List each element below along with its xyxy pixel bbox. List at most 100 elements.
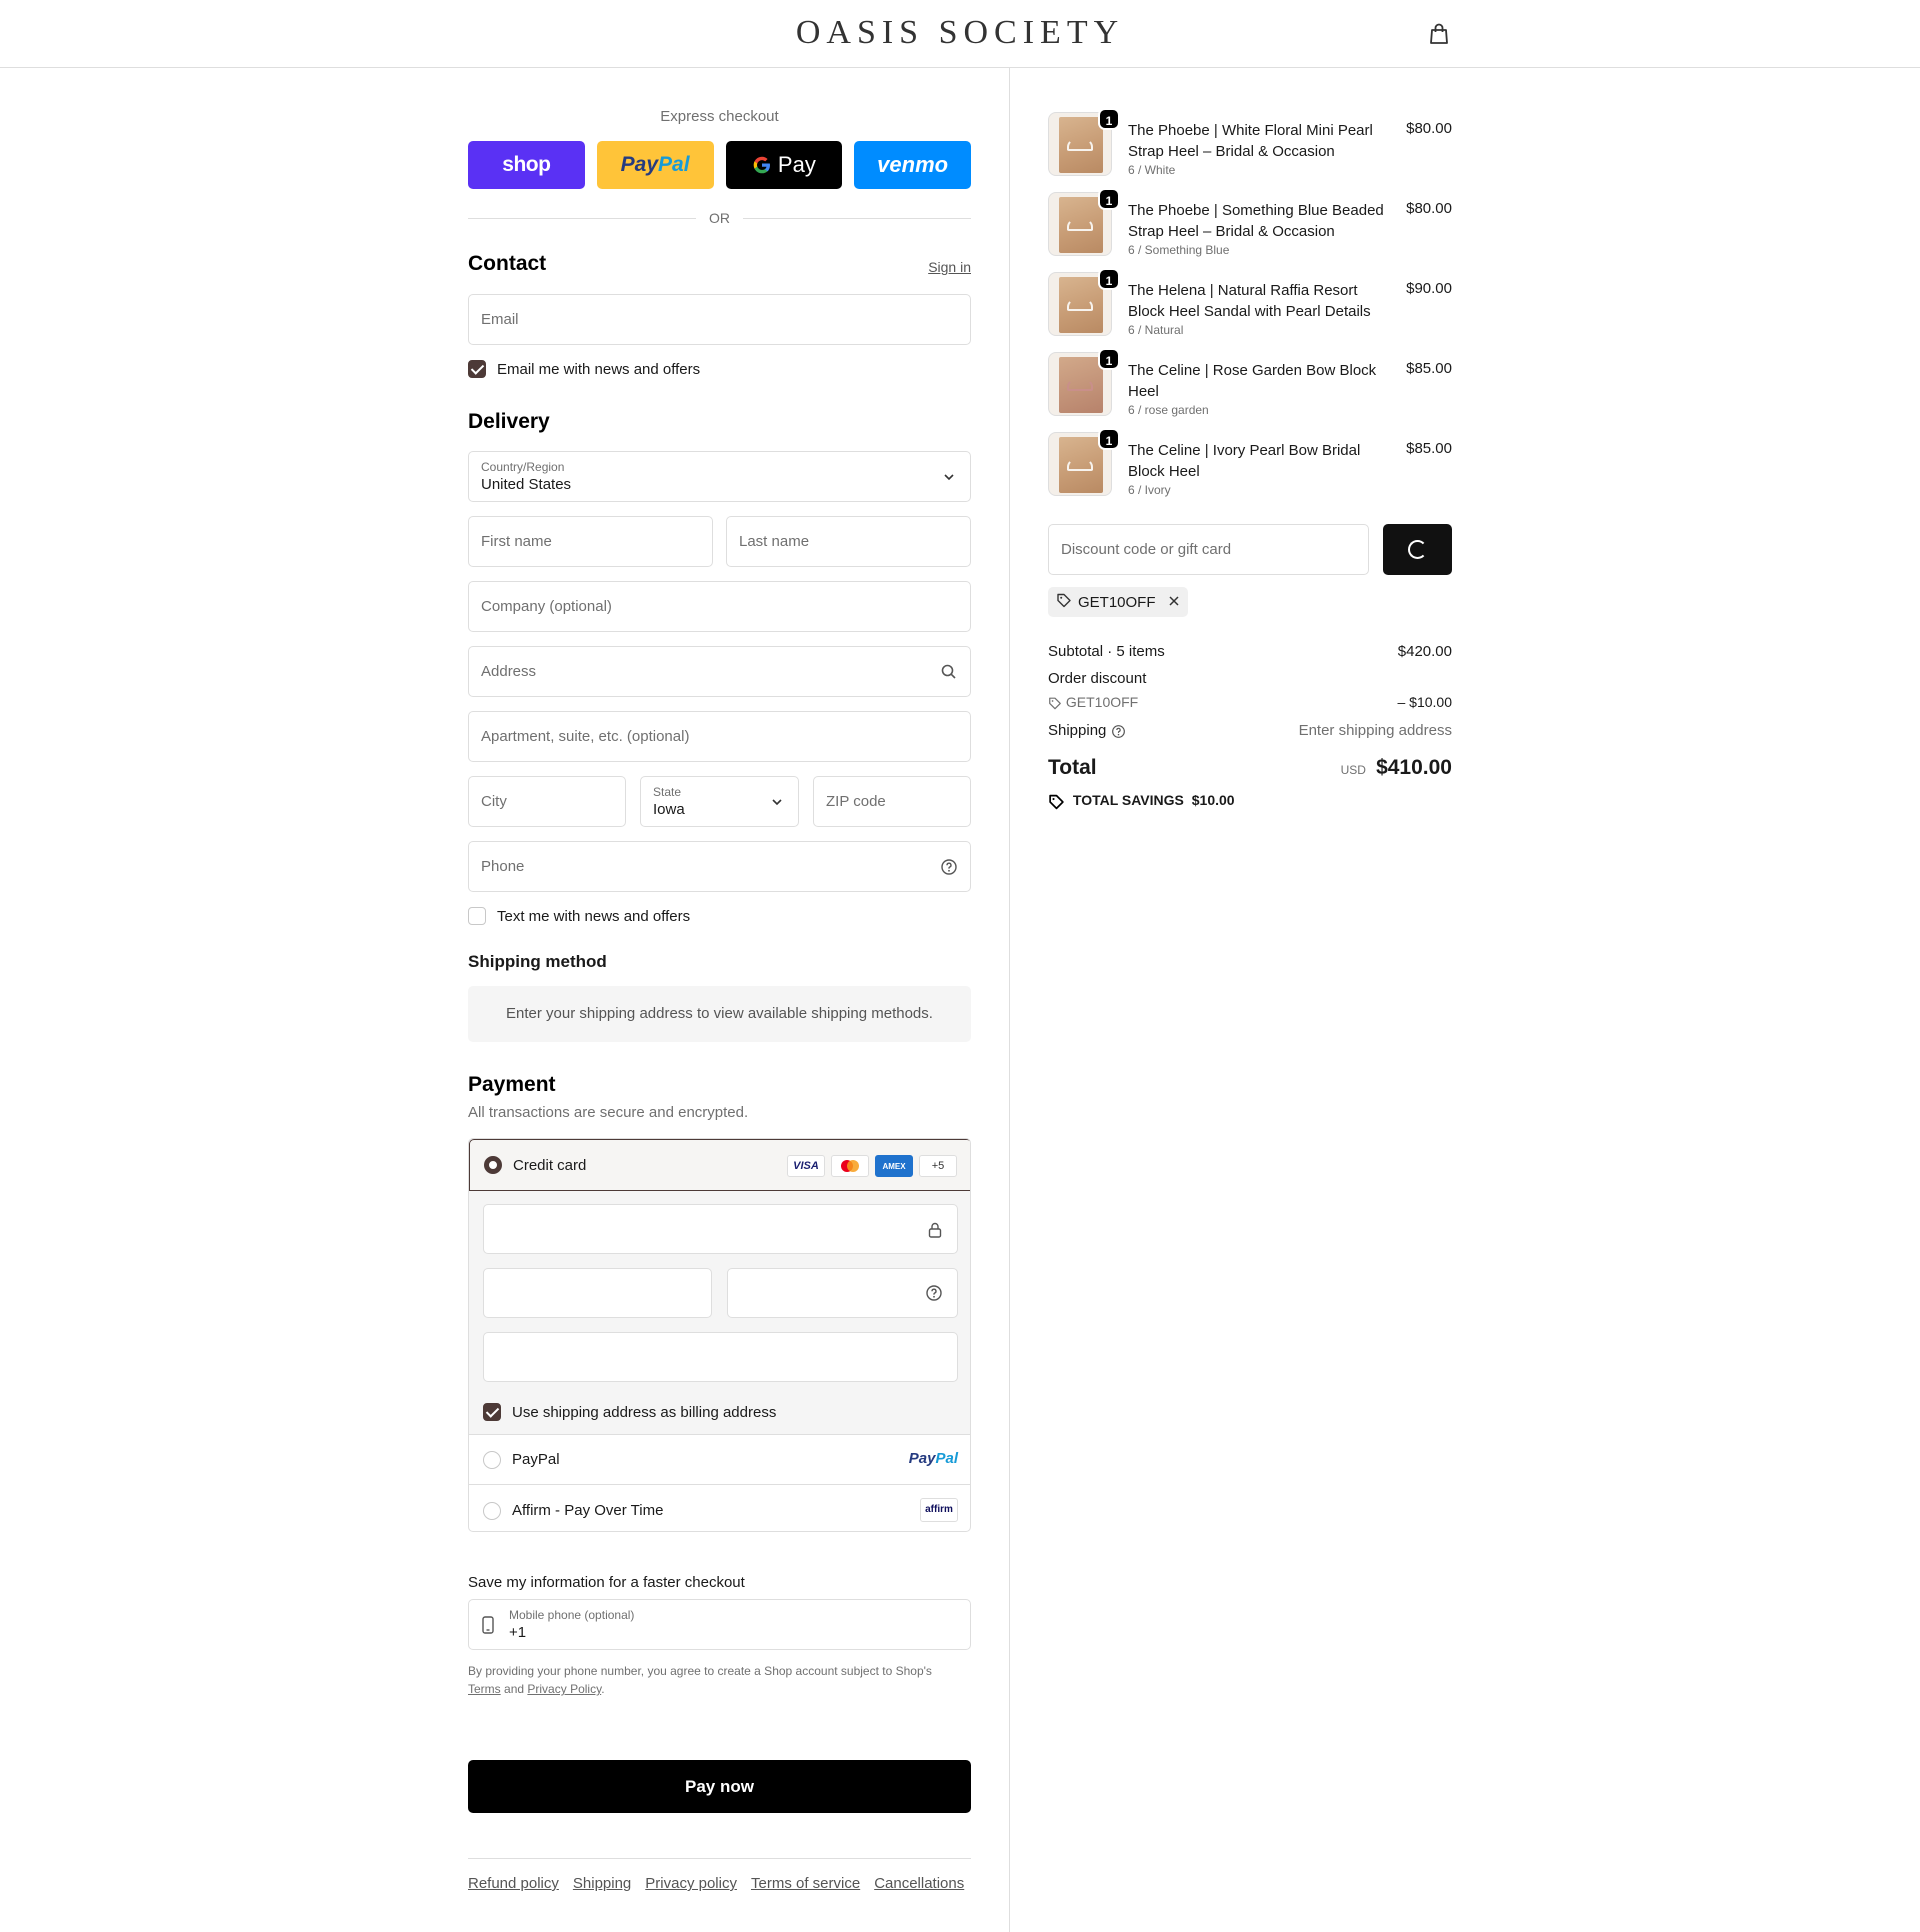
more-cards-badge: +5	[919, 1155, 957, 1177]
contact-heading: Contact	[468, 252, 547, 275]
apartment-placeholder: Apartment, suite, etc. (optional)	[481, 728, 690, 745]
chevron-down-icon	[768, 793, 786, 811]
apartment-field[interactable]: Apartment, suite, etc. (optional)	[468, 711, 971, 762]
line-item: 1 The Celine | Rose Garden Bow Block Hee…	[1048, 348, 1452, 422]
product-name: The Celine | Rose Garden Bow Block Heel	[1128, 362, 1377, 400]
subtotal-row: Subtotal · 5 items $420.00	[1048, 643, 1452, 660]
country-value: United States	[481, 476, 572, 493]
product-name: The Phoebe | Something Blue Beaded Strap…	[1128, 202, 1384, 240]
email-field[interactable]: Email	[468, 294, 971, 345]
zip-placeholder: ZIP code	[826, 793, 886, 810]
discount-value: – $10.00	[1397, 694, 1453, 710]
venmo-label: venmo	[877, 152, 949, 177]
pay-now-button[interactable]: Pay now	[468, 1760, 971, 1813]
quantity-badge: 1	[1098, 268, 1120, 290]
shipping-value: Enter shipping address	[1298, 722, 1452, 739]
shipping-label: Shipping	[1048, 722, 1107, 739]
product-price: $85.00	[1406, 440, 1452, 457]
email-placeholder: Email	[481, 311, 519, 328]
paypal-option[interactable]: PayPal PayPal	[469, 1435, 970, 1485]
help-circle-icon[interactable]	[925, 1284, 943, 1306]
subtotal-value: $420.00	[1397, 643, 1452, 660]
remove-discount-icon[interactable]	[1168, 594, 1180, 611]
google-g-icon	[753, 156, 770, 174]
email-news-checkbox[interactable]	[468, 360, 486, 378]
text-news-checkbox[interactable]	[468, 907, 486, 925]
state-select[interactable]: State Iowa	[640, 776, 799, 827]
loading-spinner-icon	[1408, 540, 1427, 559]
credit-card-radio[interactable]	[484, 1156, 502, 1174]
brand-logo[interactable]: OASIS SOCIETY	[0, 14, 1920, 52]
quantity-badge: 1	[1098, 108, 1120, 130]
first-name-field[interactable]: First name	[468, 516, 713, 567]
product-price: $90.00	[1406, 280, 1452, 297]
quantity-badge: 1	[1098, 188, 1120, 210]
company-field[interactable]: Company (optional)	[468, 581, 971, 632]
savings-value: $10.00	[1191, 792, 1235, 808]
address-field[interactable]: Address	[468, 646, 971, 697]
city-field[interactable]: City	[468, 776, 626, 827]
privacy-policy-link[interactable]: Privacy Policy	[527, 1682, 601, 1696]
line-item: 1 The Celine | Ivory Pearl Bow Bridal Bl…	[1048, 428, 1452, 502]
state-label: State	[653, 785, 682, 799]
terms-link[interactable]: Terms	[468, 1682, 501, 1696]
mobile-phone-field[interactable]: Mobile phone (optional) +1	[468, 1599, 971, 1650]
shop-pay-button[interactable]: shop	[468, 141, 585, 189]
google-pay-button[interactable]: Pay	[725, 141, 843, 189]
credit-card-form: Use shipping address as billing address	[469, 1191, 970, 1435]
product-variant: 6 / Ivory	[1128, 483, 1171, 497]
order-discount-label: Order discount	[1048, 670, 1147, 687]
first-name-placeholder: First name	[481, 533, 552, 550]
credit-card-option[interactable]: Credit card VISA AMEX +5	[469, 1139, 970, 1191]
city-placeholder: City	[481, 793, 507, 810]
security-code-field[interactable]	[727, 1268, 958, 1318]
last-name-field[interactable]: Last name	[726, 516, 971, 567]
zip-field[interactable]: ZIP code	[813, 776, 971, 827]
sign-in-link[interactable]: Sign in	[928, 259, 971, 275]
terms-of-service-link[interactable]: Terms of service	[751, 1875, 860, 1892]
name-on-card-field[interactable]	[483, 1332, 958, 1382]
or-label: OR	[709, 210, 730, 226]
country-select[interactable]: Country/Region United States	[468, 451, 971, 502]
shopping-bag-icon[interactable]	[1428, 22, 1450, 46]
discount-code-field[interactable]: Discount code or gift card	[1048, 524, 1369, 575]
visa-icon: VISA	[787, 1155, 825, 1177]
paypal-express-button[interactable]: Pay Pal	[596, 141, 714, 189]
order-discount-row: Order discount	[1048, 670, 1452, 687]
product-name: The Phoebe | White Floral Mini Pearl Str…	[1128, 122, 1373, 160]
tag-icon	[1056, 592, 1072, 612]
total-label: Total	[1048, 756, 1097, 779]
address-placeholder: Address	[481, 663, 537, 680]
shop-terms-notice: By providing your phone number, you agre…	[468, 1664, 932, 1696]
product-price: $85.00	[1406, 360, 1452, 377]
mobile-phone-label: Mobile phone (optional)	[509, 1608, 635, 1622]
paypal-radio[interactable]	[483, 1451, 501, 1469]
line-item: 1 The Phoebe | White Floral Mini Pearl S…	[1048, 108, 1452, 182]
apply-discount-button[interactable]	[1383, 524, 1452, 575]
phone-field[interactable]: Phone	[468, 841, 971, 892]
billing-same-checkbox[interactable]	[483, 1403, 501, 1421]
cancellations-link[interactable]: Cancellations	[874, 1875, 964, 1892]
card-number-field[interactable]	[483, 1204, 958, 1254]
phone-placeholder: Phone	[481, 858, 525, 875]
privacy-policy-footer-link[interactable]: Privacy policy	[645, 1875, 737, 1892]
shop-pay-label: shop	[502, 153, 551, 176]
shipping-link[interactable]: Shipping	[573, 1875, 631, 1892]
affirm-option[interactable]: Affirm - Pay Over Time affirm	[469, 1485, 970, 1531]
expiry-field[interactable]	[483, 1268, 712, 1318]
order-summary-panel	[1009, 68, 1920, 1932]
line-item: 1 The Phoebe | Something Blue Beaded Str…	[1048, 188, 1452, 262]
total-savings-row: TOTAL SAVINGS $10.00	[1048, 792, 1452, 810]
credit-card-label: Credit card	[513, 1157, 587, 1174]
tag-icon	[1048, 694, 1062, 710]
shipping-method-note: Enter your shipping address to view avai…	[468, 986, 971, 1042]
express-checkout-title: Express checkout	[660, 108, 779, 125]
help-circle-icon[interactable]	[1111, 722, 1126, 739]
refund-policy-link[interactable]: Refund policy	[468, 1875, 559, 1892]
help-circle-icon[interactable]	[940, 858, 958, 876]
affirm-radio[interactable]	[483, 1502, 501, 1520]
save-info-title: Save my information for a faster checkou…	[468, 1574, 745, 1591]
card-badges: VISA AMEX +5	[787, 1155, 957, 1177]
product-details: The Phoebe | White Floral Mini Pearl Str…	[1128, 120, 1388, 178]
venmo-button[interactable]: venmo	[854, 141, 971, 189]
